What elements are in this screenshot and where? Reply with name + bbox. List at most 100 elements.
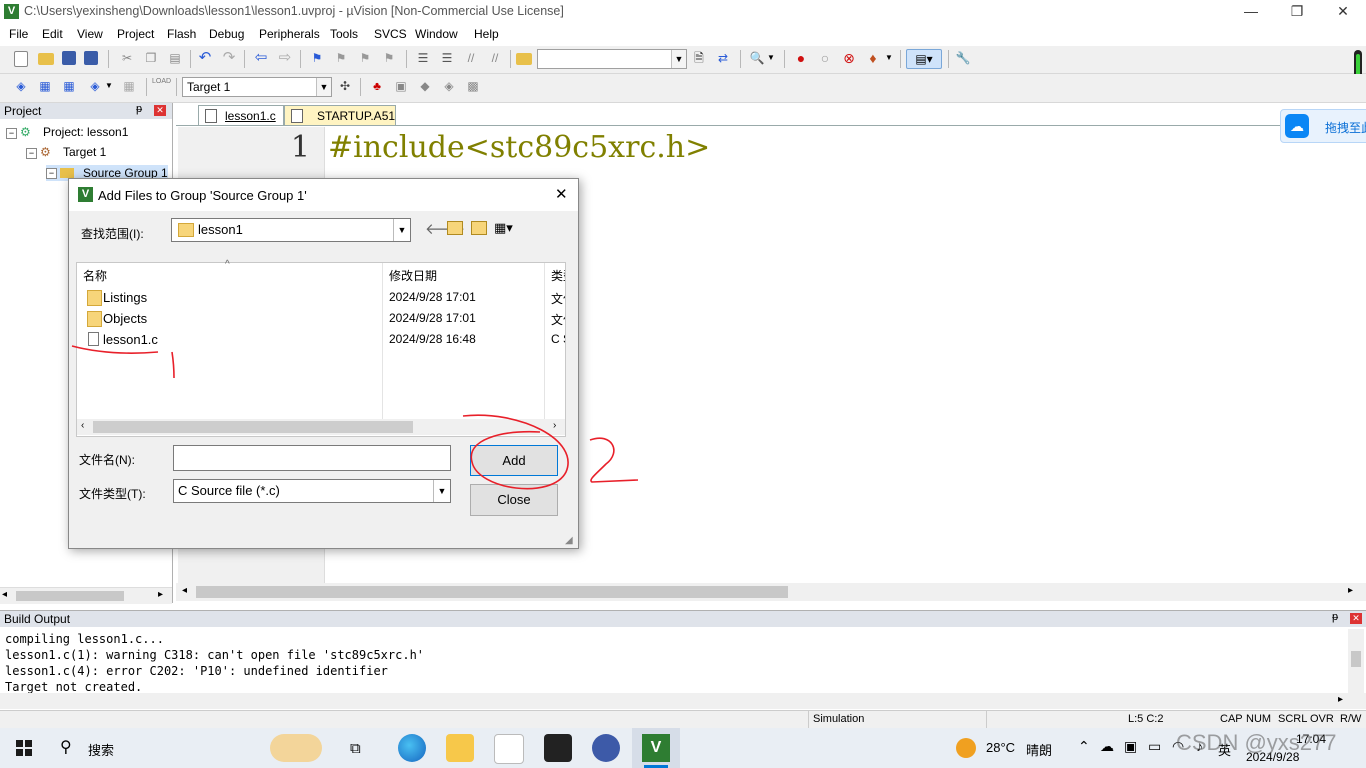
unindent-icon[interactable]: ☰ bbox=[438, 49, 456, 67]
scroll-right-icon[interactable]: ▸ bbox=[1338, 694, 1343, 705]
file-explorer-icon[interactable] bbox=[446, 734, 474, 762]
tab-startup-a51[interactable]: STARTUP.A51 bbox=[284, 105, 396, 126]
tray-app-icon[interactable]: ▣ bbox=[1124, 738, 1137, 755]
filetype-select[interactable]: C Source file (*.c) ▼ bbox=[173, 479, 451, 503]
scroll-left-icon[interactable]: ‹ bbox=[81, 420, 84, 431]
rebuild-icon[interactable]: ▦ bbox=[60, 77, 78, 95]
indent-icon[interactable]: ☰ bbox=[414, 49, 432, 67]
scroll-thumb[interactable] bbox=[1351, 651, 1361, 667]
close-button[interactable]: Close bbox=[470, 484, 558, 516]
build-output-vscrollbar[interactable] bbox=[1348, 629, 1364, 693]
replace-icon[interactable]: ⇄ bbox=[714, 49, 732, 67]
undo-icon[interactable]: ↶ bbox=[196, 49, 214, 67]
cut-icon[interactable]: ✂ bbox=[118, 49, 136, 67]
translate-icon[interactable]: ◈ bbox=[12, 77, 30, 95]
save-icon[interactable] bbox=[62, 51, 76, 65]
resize-grip-icon[interactable]: ◢ bbox=[565, 535, 573, 546]
collapse-icon[interactable]: − bbox=[6, 128, 17, 139]
batch-build-icon[interactable]: ◈ bbox=[86, 77, 104, 95]
insert-breakpoint-icon[interactable]: ● bbox=[792, 49, 810, 67]
select-packs-icon[interactable]: ◆ bbox=[416, 77, 434, 95]
chevron-down-icon[interactable]: ▼ bbox=[104, 77, 114, 95]
comment-icon[interactable]: // bbox=[462, 49, 480, 67]
chevron-down-icon[interactable]: ▼ bbox=[766, 49, 776, 67]
menu-window[interactable]: Window bbox=[415, 27, 458, 41]
file-list-hscrollbar[interactable]: ‹ › bbox=[77, 419, 565, 435]
file-extensions-icon[interactable]: ♣ bbox=[368, 77, 386, 95]
scroll-thumb[interactable] bbox=[93, 421, 413, 433]
close-pane-icon[interactable]: ✕ bbox=[154, 105, 166, 116]
look-in-select[interactable]: lesson1 ▼ bbox=[171, 218, 411, 242]
find-icon[interactable]: 🗎 bbox=[690, 49, 708, 67]
find-combo[interactable]: ▼ bbox=[537, 49, 687, 69]
save-all-icon[interactable] bbox=[84, 51, 98, 65]
filename-input[interactable] bbox=[173, 445, 451, 471]
incremental-find-icon[interactable]: 🔍 bbox=[748, 49, 766, 67]
column-type[interactable]: 类型 bbox=[551, 267, 565, 284]
menu-help[interactable]: Help bbox=[474, 27, 499, 41]
view-menu-icon[interactable]: ▦▾ bbox=[494, 220, 513, 236]
manage-components-icon[interactable]: ▣ bbox=[392, 77, 410, 95]
collapse-icon[interactable]: − bbox=[46, 168, 57, 179]
scroll-left-icon[interactable]: ◂ bbox=[182, 585, 187, 596]
active-task-uvision[interactable]: V bbox=[632, 728, 680, 768]
navigate-forward-icon[interactable]: ⇨ bbox=[276, 49, 294, 67]
restore-button[interactable]: ❐ bbox=[1274, 0, 1320, 24]
tab-lesson1-c[interactable]: lesson1.c bbox=[198, 105, 284, 126]
pin-icon[interactable]: ᵽ bbox=[1332, 611, 1338, 623]
taskbar-search[interactable]: ⚲ 搜索 bbox=[48, 728, 330, 768]
prev-bookmark-icon[interactable]: ⚑ bbox=[332, 49, 350, 67]
battery-icon[interactable]: ▭ bbox=[1148, 738, 1161, 755]
menu-svcs[interactable]: SVCS bbox=[374, 27, 407, 41]
copy-icon[interactable]: ❐ bbox=[142, 49, 160, 67]
up-folder-icon[interactable] bbox=[447, 221, 463, 235]
pack-installer-icon[interactable]: ◈ bbox=[440, 77, 458, 95]
chevron-down-icon[interactable]: ▼ bbox=[433, 480, 450, 502]
scroll-right-icon[interactable]: › bbox=[553, 420, 556, 431]
configure-icon[interactable]: 🔧 bbox=[954, 49, 972, 67]
mail-icon[interactable] bbox=[544, 734, 572, 762]
scroll-right-icon[interactable]: ▸ bbox=[1348, 585, 1353, 596]
new-file-icon[interactable] bbox=[14, 51, 28, 67]
menu-file[interactable]: File bbox=[9, 27, 28, 41]
target-options-icon[interactable]: ✣ bbox=[336, 77, 354, 95]
collapse-icon[interactable]: − bbox=[26, 148, 37, 159]
edge-icon[interactable] bbox=[398, 734, 426, 762]
close-pane-icon[interactable]: ✕ bbox=[1350, 613, 1362, 624]
onedrive-icon[interactable]: ☁ bbox=[1100, 738, 1114, 755]
debug-session-icon[interactable]: ♦ bbox=[864, 49, 882, 67]
window-layout-icon[interactable]: ▤▾ bbox=[906, 49, 942, 69]
tray-overflow-icon[interactable]: ⌃ bbox=[1078, 738, 1090, 755]
minimize-button[interactable]: — bbox=[1228, 0, 1274, 24]
task-view-icon[interactable]: ⧉ bbox=[350, 740, 361, 757]
menu-debug[interactable]: Debug bbox=[209, 27, 244, 41]
bookmark-icon[interactable]: ⚑ bbox=[308, 49, 326, 67]
cloud-upload-badge[interactable]: ☁ 拖拽至此 bbox=[1280, 109, 1366, 143]
close-window-button[interactable]: ✕ bbox=[1320, 0, 1366, 24]
paste-icon[interactable]: ▤ bbox=[166, 49, 184, 67]
chevron-down-icon[interactable]: ▼ bbox=[671, 50, 686, 68]
pin-icon[interactable]: ᵽ bbox=[136, 103, 142, 115]
open-folder-icon[interactable] bbox=[38, 53, 54, 65]
clear-breakpoints-icon[interactable]: ⊗ bbox=[840, 49, 858, 67]
list-item[interactable]: Listings 2024/9/28 17:01 文件夹 bbox=[83, 287, 565, 307]
windows-start-icon[interactable] bbox=[16, 740, 32, 756]
menu-project[interactable]: Project bbox=[117, 27, 154, 41]
project-pane-scrollbar[interactable]: ◂ ▸ bbox=[0, 587, 172, 604]
list-item[interactable]: lesson1.c 2024/9/28 16:48 C Source bbox=[83, 329, 565, 349]
build-icon[interactable]: ▦ bbox=[36, 77, 54, 95]
menu-flash[interactable]: Flash bbox=[167, 27, 196, 41]
target-select[interactable]: Target 1 ▼ bbox=[182, 77, 332, 97]
menu-peripherals[interactable]: Peripherals bbox=[259, 27, 320, 41]
clear-bookmarks-icon[interactable]: ⚑ bbox=[380, 49, 398, 67]
app-icon[interactable] bbox=[592, 734, 620, 762]
stop-build-icon[interactable]: ▦ bbox=[120, 77, 138, 95]
disable-breakpoint-icon[interactable]: ○ bbox=[816, 49, 834, 67]
chevron-down-icon[interactable]: ▼ bbox=[316, 78, 331, 96]
new-folder-icon[interactable] bbox=[471, 221, 487, 235]
build-output-text[interactable]: compiling lesson1.c... lesson1.c(1): war… bbox=[0, 629, 1348, 693]
scroll-right-icon[interactable]: ▸ bbox=[158, 589, 163, 600]
menu-edit[interactable]: Edit bbox=[42, 27, 63, 41]
menu-tools[interactable]: Tools bbox=[330, 27, 358, 41]
scroll-left-icon[interactable]: ◂ bbox=[2, 589, 7, 600]
